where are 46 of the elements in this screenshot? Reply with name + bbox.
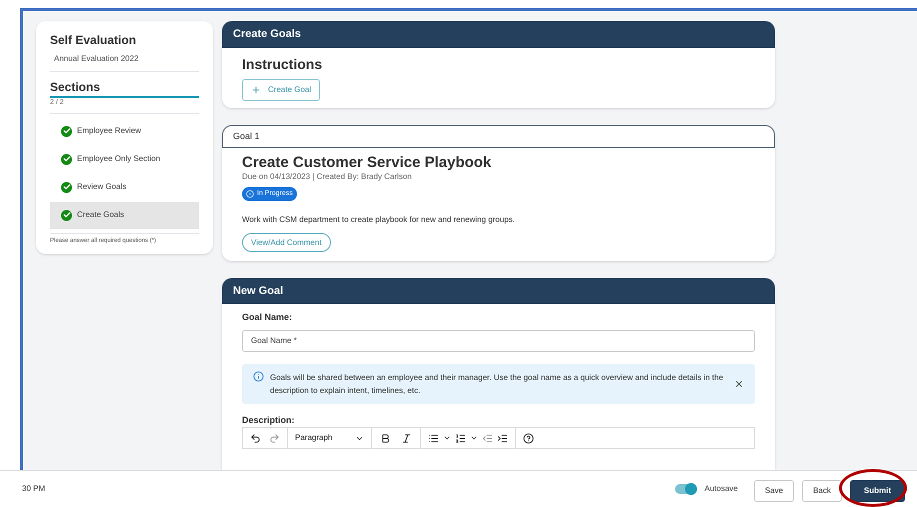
section-label: Review Goals [77,181,126,193]
instructions-heading: Instructions [242,54,324,72]
sidebar-title: Self Evaluation [50,32,138,49]
goal-meta: Due on 04/13/2023 | Created By: Brady Carlson [242,172,413,182]
info-text: Goals will be shared between an employee and their manager. Use the goal name as a quick overview and include details in the description to explain intent, timelines, etc. [270,372,724,396]
card-header: New Goal [222,278,775,304]
goal-title: Create Customer Service Playbook [242,154,492,172]
close-icon[interactable] [734,378,744,388]
block-format-select[interactable]: Paragraph [288,428,372,448]
section-label: Employee Review [77,125,142,137]
autosave-toggle[interactable] [674,484,696,494]
goal-description: Work with CSM department to create playbook for new and renewing groups. [242,214,516,226]
goal-name-field[interactable]: Goal Name * [242,330,755,352]
section-label: Create Goals [77,209,124,221]
goal-name-label: Goal Name: [242,311,294,324]
footer-button[interactable]: Back [802,480,842,502]
section-item[interactable]: Employee Only Section [50,146,199,172]
card-header: Create Goals [222,21,775,48]
plus-icon [251,84,261,94]
numbered-list-icon[interactable] [455,432,466,444]
section-label: Employee Only Section [77,153,160,165]
info-icon [253,370,264,382]
create-goal-button[interactable]: Create Goal [242,78,320,100]
italic-icon[interactable] [401,432,412,444]
undo-icon[interactable] [250,432,261,444]
outdent-icon[interactable] [482,432,493,444]
sidebar-subtitle: Annual Evaluation 2022 [50,53,199,72]
indent-icon[interactable] [497,432,508,444]
section-item[interactable]: Review Goals [50,174,199,200]
sections-heading: Sections [50,79,102,96]
status-icon [246,190,254,198]
help-icon[interactable] [523,432,534,444]
card-header: Goal 1 [222,124,775,148]
comment-button[interactable]: View/Add Comment [242,233,331,252]
description-label: Description: [242,414,296,427]
caret-icon[interactable] [443,434,451,442]
submit-button[interactable]: Submit [850,480,905,502]
section-item[interactable]: Employee Review [50,118,199,144]
time-text: 30 PM [22,483,46,495]
section-item[interactable]: Create Goals [50,202,199,228]
redo-icon[interactable] [269,432,280,444]
caret-icon[interactable] [470,434,478,442]
autosave-label: Autosave [704,483,738,495]
bold-icon[interactable] [380,432,391,444]
footer-button[interactable]: Save [754,480,794,502]
bullet-list-icon[interactable] [428,432,439,444]
